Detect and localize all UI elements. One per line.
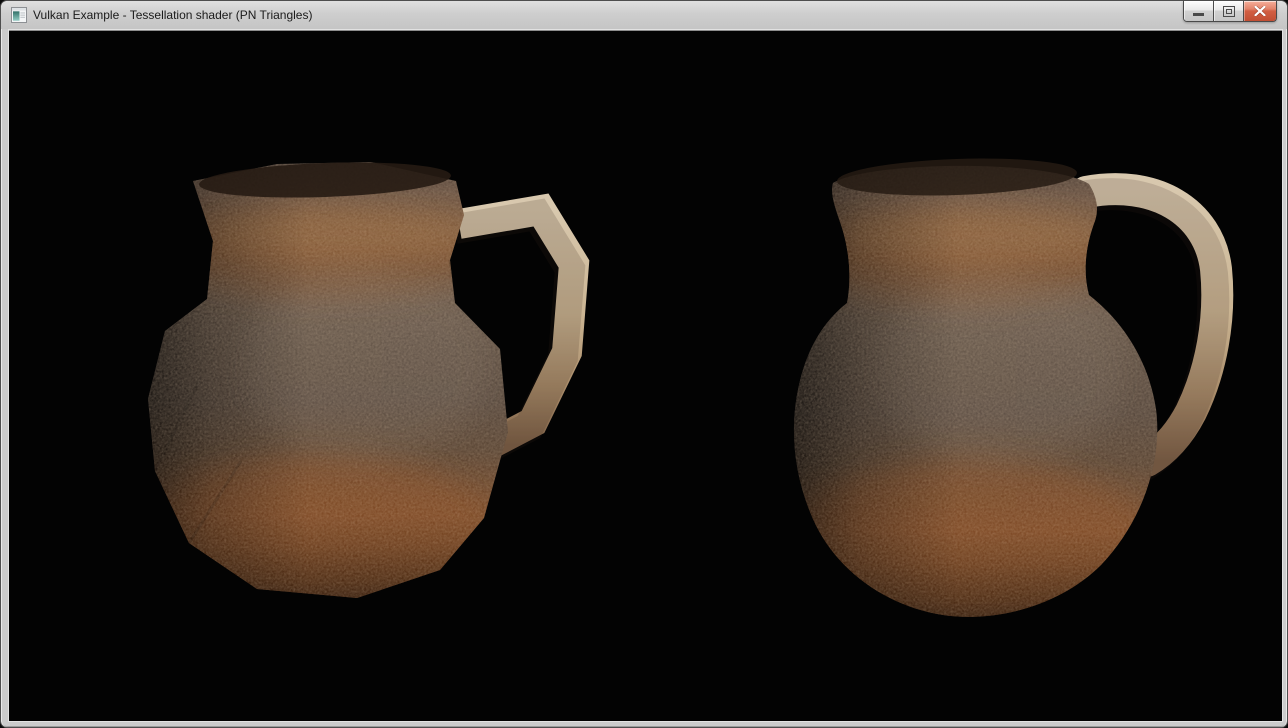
close-x-icon [1254, 6, 1266, 16]
render-viewport[interactable] [9, 30, 1282, 721]
caption-buttons [1183, 1, 1277, 22]
app-window: Vulkan Example - Tessellation shader (PN… [0, 0, 1288, 728]
minimize-bar-icon [1193, 13, 1204, 16]
clay-jug-right [769, 141, 1217, 641]
window-title: Vulkan Example - Tessellation shader (PN… [33, 1, 312, 29]
minimize-button[interactable] [1184, 1, 1214, 21]
maximize-box-icon [1223, 6, 1235, 17]
clay-jug-left [119, 141, 574, 621]
scene-jugs [9, 31, 1282, 721]
close-button[interactable] [1244, 1, 1276, 21]
maximize-button[interactable] [1214, 1, 1244, 21]
titlebar[interactable]: Vulkan Example - Tessellation shader (PN… [1, 1, 1287, 29]
app-icon [11, 7, 27, 23]
